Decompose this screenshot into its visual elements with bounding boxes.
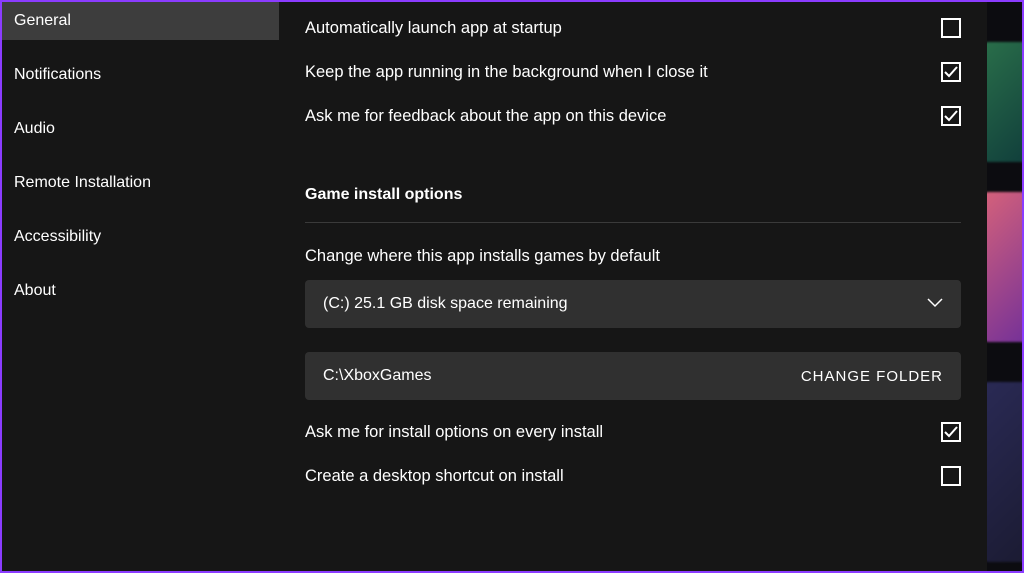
setting-label: Automatically launch app at startup — [305, 19, 562, 38]
game-install-options-header: Game install options — [305, 186, 961, 223]
setting-ask-install: Ask me for install options on every inst… — [305, 410, 961, 454]
chevron-down-icon — [927, 295, 943, 313]
install-folder-path: C:\XboxGames — [323, 367, 431, 385]
check-icon — [944, 425, 958, 439]
install-folder-row: C:\XboxGames CHANGE FOLDER — [305, 352, 961, 400]
checkbox-ask-install[interactable] — [941, 422, 961, 442]
settings-main: Automatically launch app at startup Keep… — [279, 2, 987, 571]
check-icon — [944, 109, 958, 123]
sidebar-item-notifications[interactable]: Notifications — [2, 56, 279, 94]
checkbox-feedback[interactable] — [941, 106, 961, 126]
setting-label: Create a desktop shortcut on install — [305, 467, 564, 486]
checkbox-keep-running[interactable] — [941, 62, 961, 82]
sidebar-item-about[interactable]: About — [2, 272, 279, 310]
drive-dropdown[interactable]: (C:) 25.1 GB disk space remaining — [305, 280, 961, 328]
sidebar-item-general[interactable]: General — [2, 2, 279, 40]
sidebar-item-accessibility[interactable]: Accessibility — [2, 218, 279, 256]
setting-label: Ask me for install options on every inst… — [305, 423, 603, 442]
checkbox-desktop-shortcut[interactable] — [941, 466, 961, 486]
setting-feedback: Ask me for feedback about the app on thi… — [305, 94, 961, 138]
change-where-label: Change where this app installs games by … — [305, 247, 961, 266]
setting-desktop-shortcut: Create a desktop shortcut on install — [305, 454, 961, 498]
sidebar-item-audio[interactable]: Audio — [2, 110, 279, 148]
setting-label: Ask me for feedback about the app on thi… — [305, 107, 666, 126]
drive-selected-text: (C:) 25.1 GB disk space remaining — [323, 295, 568, 313]
setting-label: Keep the app running in the background w… — [305, 63, 708, 82]
background-strip — [987, 2, 1022, 571]
sidebar-item-remote-installation[interactable]: Remote Installation — [2, 164, 279, 202]
setting-keep-running: Keep the app running in the background w… — [305, 50, 961, 94]
checkbox-auto-launch[interactable] — [941, 18, 961, 38]
setting-auto-launch: Automatically launch app at startup — [305, 6, 961, 50]
check-icon — [944, 65, 958, 79]
change-folder-button[interactable]: CHANGE FOLDER — [801, 368, 943, 385]
settings-sidebar: General Notifications Audio Remote Insta… — [2, 2, 279, 571]
